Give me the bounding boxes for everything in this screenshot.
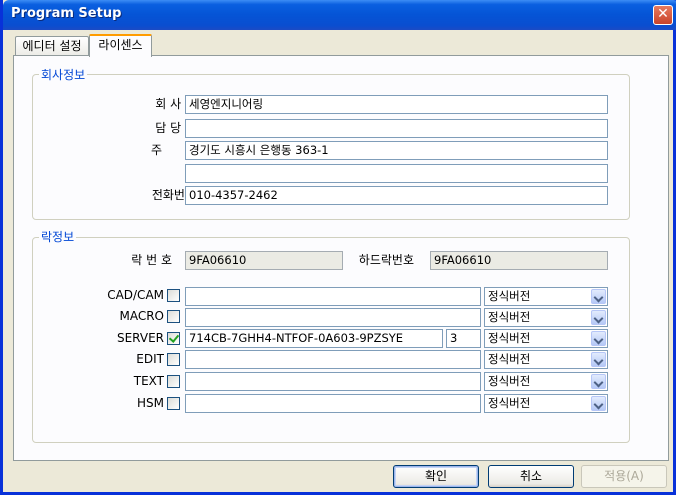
- select-value: 정식버전: [488, 310, 531, 324]
- chevron-down-icon[interactable]: [591, 310, 606, 325]
- lock-number-label: 락 번 호: [131, 253, 172, 267]
- lock-info-title: 락정보: [39, 228, 77, 245]
- phone-label: 전화번호: [151, 188, 196, 202]
- company-info-title: 회사정보: [39, 66, 88, 83]
- server-count-field[interactable]: 3: [446, 329, 481, 348]
- select-value: 정식버전: [488, 396, 531, 410]
- module-label: CAD/CAM: [107, 288, 164, 302]
- cadcam-key-field[interactable]: [185, 287, 481, 306]
- company-name-field[interactable]: 세영엔지니어링: [185, 95, 608, 114]
- address-line1-field[interactable]: 경기도 시흥시 은행동 363-1: [185, 141, 608, 160]
- hsm-version-select[interactable]: 정식버전: [484, 394, 608, 413]
- edit-version-select[interactable]: 정식버전: [484, 350, 608, 369]
- hardware-lock-field: 9FA06610: [430, 251, 608, 270]
- module-label: SERVER: [116, 331, 164, 345]
- chevron-down-icon[interactable]: [591, 331, 606, 346]
- title-bar[interactable]: Program Setup ✕: [3, 0, 676, 30]
- chevron-down-icon[interactable]: [591, 352, 606, 367]
- edit-key-field[interactable]: [185, 350, 481, 369]
- company-name-label: 회 사 명: [155, 97, 196, 111]
- macro-checkbox[interactable]: [167, 310, 180, 323]
- module-label: MACRO: [119, 309, 164, 323]
- text-version-select[interactable]: 정식버전: [484, 372, 608, 391]
- text-key-field[interactable]: [185, 372, 481, 391]
- macro-version-select[interactable]: 정식버전: [484, 308, 608, 327]
- macro-key-field[interactable]: [185, 308, 481, 327]
- chevron-down-icon[interactable]: [591, 396, 606, 411]
- hsm-key-field[interactable]: [185, 394, 481, 413]
- select-value: 정식버전: [488, 331, 531, 345]
- cadcam-checkbox[interactable]: [167, 289, 180, 302]
- select-value: 정식버전: [488, 289, 531, 303]
- server-version-select[interactable]: 정식버전: [484, 329, 608, 348]
- cancel-button[interactable]: 취소: [488, 465, 574, 488]
- select-value: 정식버전: [488, 352, 531, 366]
- hsm-checkbox[interactable]: [167, 397, 180, 410]
- program-setup-window: Program Setup ✕ 에디터 설정 라이센스 회사정보 회 사 명 세…: [0, 0, 676, 495]
- module-label: EDIT: [136, 352, 164, 366]
- window-title: Program Setup: [11, 6, 122, 21]
- address-line2-field[interactable]: [185, 164, 608, 183]
- tab-editor-settings[interactable]: 에디터 설정: [15, 36, 89, 56]
- phone-field[interactable]: 010-4357-2462: [185, 186, 608, 205]
- apply-button[interactable]: 적용(A): [581, 465, 667, 488]
- cadcam-version-select[interactable]: 정식버전: [484, 287, 608, 306]
- edit-checkbox[interactable]: [167, 353, 180, 366]
- close-button[interactable]: ✕: [653, 5, 673, 25]
- server-key-field[interactable]: 714CB-7GHH4-NTFOF-0A603-9PZSYE: [185, 329, 443, 348]
- hardware-lock-label: 하드락번호: [358, 253, 414, 267]
- select-value: 정식버전: [488, 374, 531, 388]
- module-label: TEXT: [133, 374, 164, 388]
- text-checkbox[interactable]: [167, 375, 180, 388]
- tab-license[interactable]: 라이센스: [89, 34, 152, 57]
- ok-button[interactable]: 확인: [393, 465, 479, 488]
- manager-label: 담 당 장: [155, 121, 196, 135]
- license-tab-page: 회사정보 회 사 명 세영엔지니어링 담 당 장 주 소 경기도 시흥시 은행동…: [13, 55, 669, 461]
- module-label: HSM: [137, 396, 164, 410]
- server-checkbox[interactable]: [167, 332, 180, 345]
- manager-field[interactable]: [185, 119, 608, 138]
- address-label: 주 소: [151, 143, 196, 157]
- chevron-down-icon[interactable]: [591, 374, 606, 389]
- lock-number-field: 9FA06610: [185, 251, 343, 270]
- chevron-down-icon[interactable]: [591, 289, 606, 304]
